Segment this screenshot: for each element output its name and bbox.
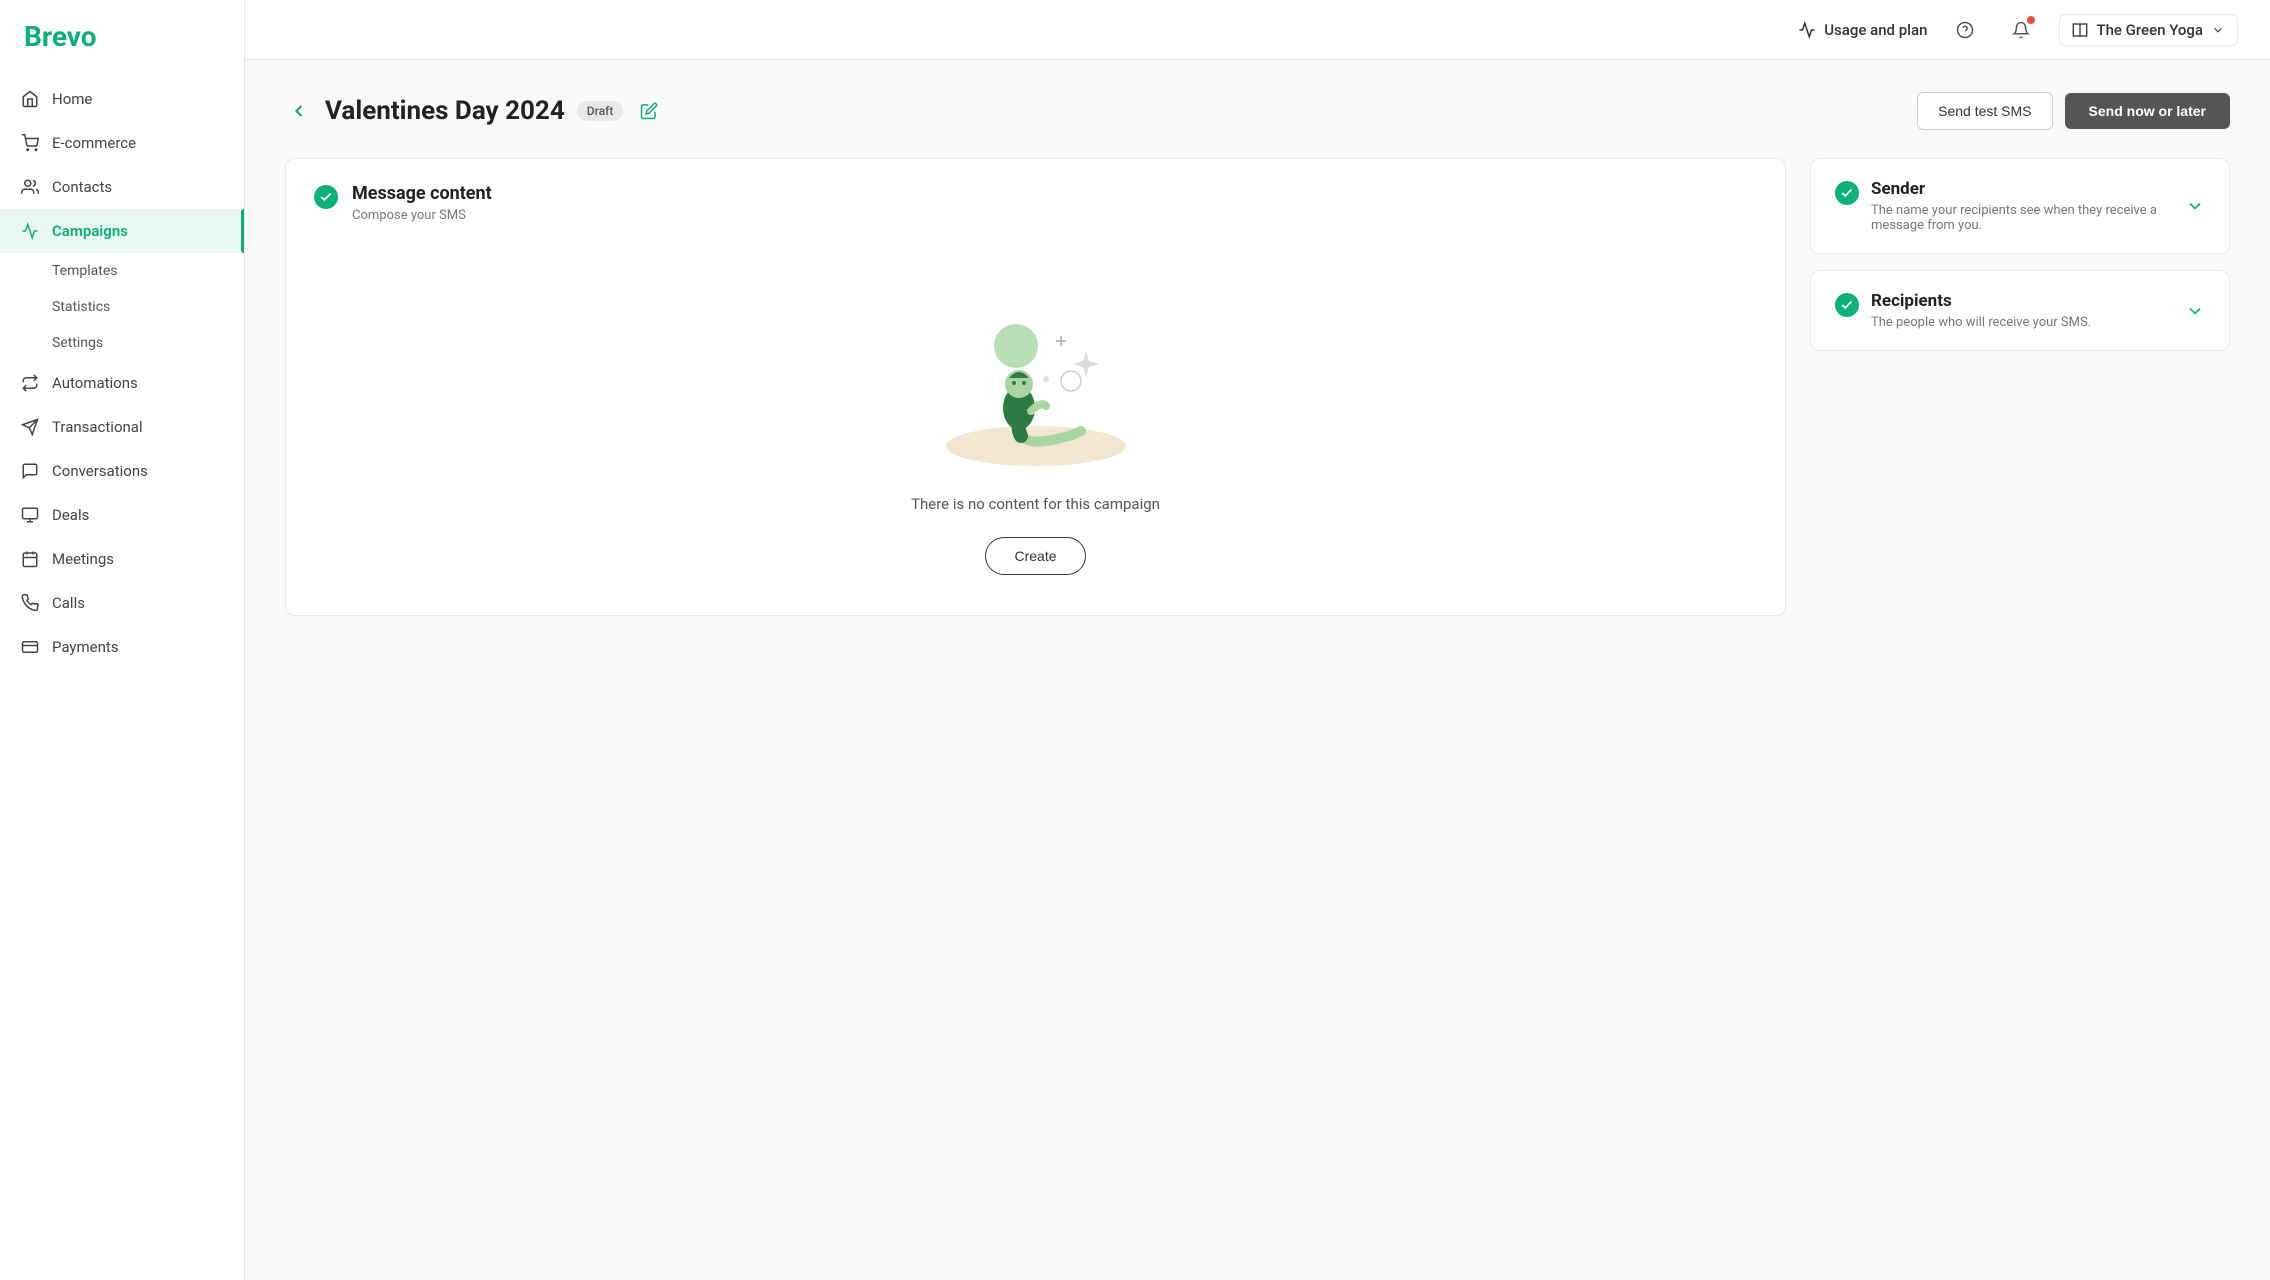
message-content-subtitle: Compose your SMS (352, 208, 492, 223)
notification-button[interactable] (2003, 12, 2039, 48)
send-now-or-later-button[interactable]: Send now or later (2065, 93, 2230, 129)
org-selector[interactable]: The Green Yoga (2059, 14, 2238, 46)
sidebar-nav: Home E-commerce Contacts (0, 69, 244, 1280)
main-area: Usage and plan The Green Yoga (245, 0, 2270, 1280)
sender-expand-button[interactable] (2185, 196, 2205, 216)
usage-label: Usage and plan (1824, 21, 1927, 39)
sub-item-label: Settings (52, 335, 103, 351)
ecommerce-icon (20, 133, 40, 153)
send-test-sms-button[interactable]: Send test SMS (1917, 92, 2052, 130)
recipients-card: Recipients The people who will receive y… (1810, 270, 2230, 351)
sub-item-label: Statistics (52, 299, 110, 315)
sender-card-left: Sender The name your recipients see when… (1835, 179, 2185, 233)
sender-text: Sender The name your recipients see when… (1871, 179, 2185, 233)
sidebar-item-settings[interactable]: Settings (0, 325, 244, 361)
sidebar-item-label: Conversations (52, 462, 148, 480)
recipients-text: Recipients The people who will receive y… (1871, 291, 2091, 330)
recipients-card-left: Recipients The people who will receive y… (1835, 291, 2091, 330)
page-title-area: Valentines Day 2024 Draft (285, 96, 663, 126)
transactional-icon (20, 417, 40, 437)
sidebar-item-label: Contacts (52, 178, 112, 196)
page-header: Valentines Day 2024 Draft Send test SMS … (285, 92, 2230, 130)
sender-check-icon (1835, 181, 1859, 205)
notification-dot (2027, 16, 2035, 24)
sidebar-item-calls[interactable]: Calls (0, 581, 244, 625)
sidebar-item-label: Calls (52, 594, 85, 612)
empty-state-text: There is no content for this campaign (911, 495, 1160, 513)
edit-title-button[interactable] (635, 97, 663, 125)
message-content-header: Message content Compose your SMS (286, 159, 1785, 243)
payments-icon (20, 637, 40, 657)
sidebar-item-label: Campaigns (52, 222, 128, 240)
recipients-card-header: Recipients The people who will receive y… (1811, 271, 2229, 350)
deals-icon (20, 505, 40, 525)
check-icon (314, 185, 338, 209)
right-column: Sender The name your recipients see when… (1810, 158, 2230, 367)
sidebar-item-statistics[interactable]: Statistics (0, 289, 244, 325)
message-content-card: Message content Compose your SMS (285, 158, 1786, 616)
sidebar-item-automations[interactable]: Automations (0, 361, 244, 405)
sidebar-item-transactional[interactable]: Transactional (0, 405, 244, 449)
top-header: Usage and plan The Green Yoga (245, 0, 2270, 60)
page-title: Valentines Day 2024 (325, 96, 565, 126)
chevron-down-icon (2185, 301, 2205, 321)
logo[interactable]: Brevo (0, 0, 244, 69)
sidebar-item-templates[interactable]: Templates (0, 253, 244, 289)
sidebar-item-label: Transactional (52, 418, 143, 436)
sidebar-item-meetings[interactable]: Meetings (0, 537, 244, 581)
sidebar-item-label: E-commerce (52, 134, 136, 152)
sidebar-item-conversations[interactable]: Conversations (0, 449, 244, 493)
campaigns-icon (20, 221, 40, 241)
sender-card-header: Sender The name your recipients see when… (1811, 159, 2229, 253)
usage-icon (1798, 21, 1816, 39)
content-area: Valentines Day 2024 Draft Send test SMS … (245, 60, 2270, 1280)
draft-badge: Draft (577, 101, 624, 121)
sub-item-label: Templates (52, 263, 118, 279)
help-icon (1956, 21, 1974, 39)
conversations-icon (20, 461, 40, 481)
sidebar-item-contacts[interactable]: Contacts (0, 165, 244, 209)
chevron-down-icon (2185, 196, 2205, 216)
header-actions: Send test SMS Send now or later (1917, 92, 2230, 130)
back-button[interactable] (285, 97, 313, 125)
chevron-down-icon (2211, 23, 2225, 37)
recipients-expand-button[interactable] (2185, 301, 2205, 321)
message-content-text: Message content Compose your SMS (352, 183, 492, 223)
message-content-title: Message content (352, 183, 492, 204)
help-button[interactable] (1947, 12, 1983, 48)
sidebar-item-campaigns[interactable]: Campaigns (0, 209, 244, 253)
home-icon (20, 89, 40, 109)
usage-and-plan-button[interactable]: Usage and plan (1798, 21, 1927, 39)
sender-title: Sender (1871, 179, 2185, 199)
sender-subtitle: The name your recipients see when they r… (1871, 203, 2185, 233)
empty-illustration (936, 291, 1136, 471)
sidebar-item-payments[interactable]: Payments (0, 625, 244, 669)
create-button[interactable]: Create (985, 537, 1085, 575)
sidebar-item-label: Home (52, 90, 92, 108)
calls-icon (20, 593, 40, 613)
sidebar-item-label: Meetings (52, 550, 114, 568)
edit-icon (640, 102, 658, 120)
automations-icon (20, 373, 40, 393)
sidebar-item-deals[interactable]: Deals (0, 493, 244, 537)
recipients-check-icon (1835, 293, 1859, 317)
recipients-subtitle: The people who will receive your SMS. (1871, 315, 2091, 330)
sidebar-item-label: Payments (52, 638, 119, 656)
empty-state: There is no content for this campaign Cr… (286, 243, 1785, 615)
building-icon (2072, 22, 2088, 38)
sender-card: Sender The name your recipients see when… (1810, 158, 2230, 254)
back-icon (289, 101, 309, 121)
sidebar-item-label: Automations (52, 374, 138, 392)
sidebar-item-home[interactable]: Home (0, 77, 244, 121)
brand-name: Brevo (24, 20, 97, 53)
contacts-icon (20, 177, 40, 197)
sidebar-item-label: Deals (52, 506, 89, 524)
recipients-title: Recipients (1871, 291, 2091, 311)
meetings-icon (20, 549, 40, 569)
two-column-layout: Message content Compose your SMS (285, 158, 2230, 616)
sidebar-item-ecommerce[interactable]: E-commerce (0, 121, 244, 165)
sidebar: Brevo Home E-commerce (0, 0, 245, 1280)
org-name: The Green Yoga (2096, 21, 2203, 39)
